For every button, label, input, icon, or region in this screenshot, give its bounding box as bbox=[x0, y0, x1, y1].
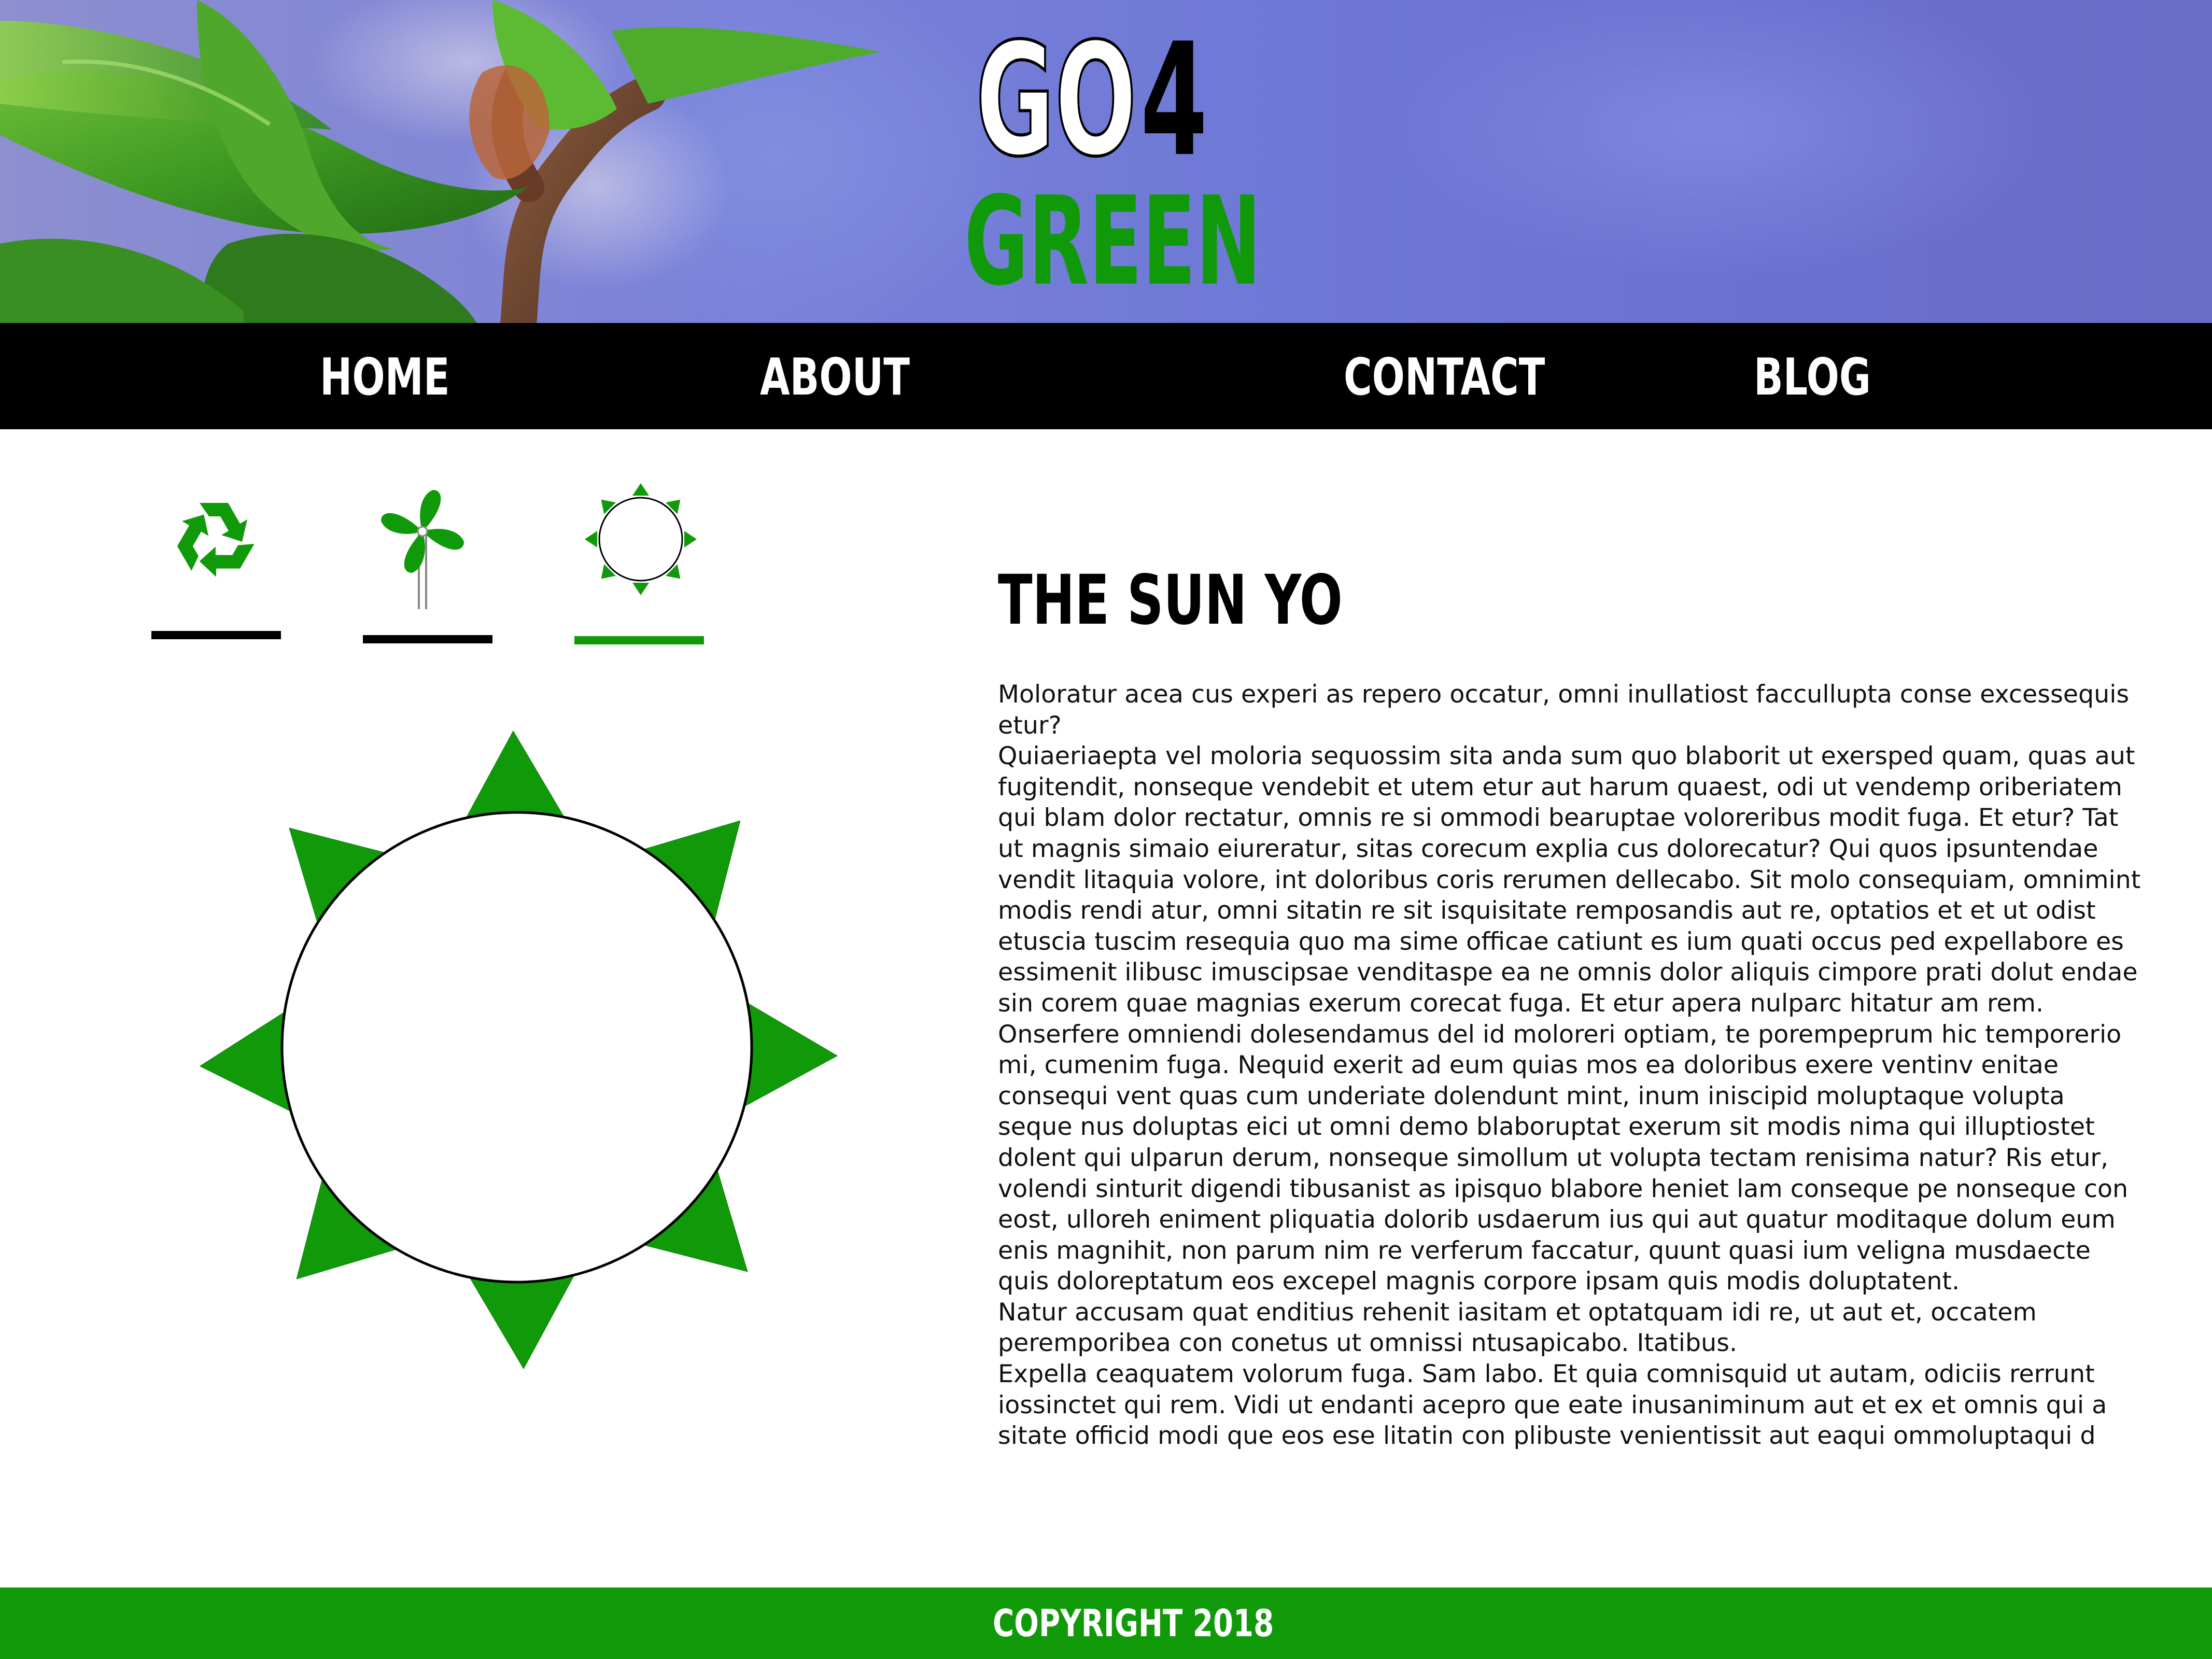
article-body: Moloratur acea cus experi as repero occa… bbox=[998, 680, 2141, 1451]
nav-contact-link[interactable]: CONTACT bbox=[1344, 344, 1545, 411]
sun-icon bbox=[585, 483, 697, 595]
nav-home-link[interactable]: HOME bbox=[320, 344, 450, 411]
footer: COPYRIGHT 2018 bbox=[0, 1587, 2212, 1659]
sun-illustration bbox=[199, 730, 838, 1370]
recycle-icon bbox=[177, 503, 255, 577]
tab-pinwheel-underline bbox=[363, 635, 492, 643]
nav-about-link[interactable]: ABOUT bbox=[760, 344, 910, 411]
tab-sun-underline bbox=[574, 636, 704, 644]
hero-banner: GO 4 GREEN bbox=[0, 0, 2212, 323]
logo-green-text: GREEN bbox=[964, 170, 1262, 313]
site-logo[interactable]: GO 4 GREEN bbox=[954, 16, 1275, 306]
article-title: THE SUN YO bbox=[998, 560, 1343, 640]
tab-recycle-underline bbox=[151, 631, 281, 639]
main-navigation: HOME ABOUT CONTACT BLOG bbox=[0, 323, 2212, 429]
tab-sun[interactable] bbox=[574, 482, 704, 648]
tab-recycle[interactable] bbox=[150, 487, 281, 643]
copyright-text: COPYRIGHT 2018 bbox=[993, 1601, 1274, 1645]
logo-number-text: 4 bbox=[1140, 10, 1208, 191]
logo-go-text: GO bbox=[975, 10, 1138, 191]
tab-pinwheel[interactable] bbox=[363, 477, 492, 643]
plant-photo bbox=[0, 0, 881, 323]
pinwheel-icon bbox=[381, 490, 464, 609]
nav-blog-link[interactable]: BLOG bbox=[1754, 344, 1871, 411]
